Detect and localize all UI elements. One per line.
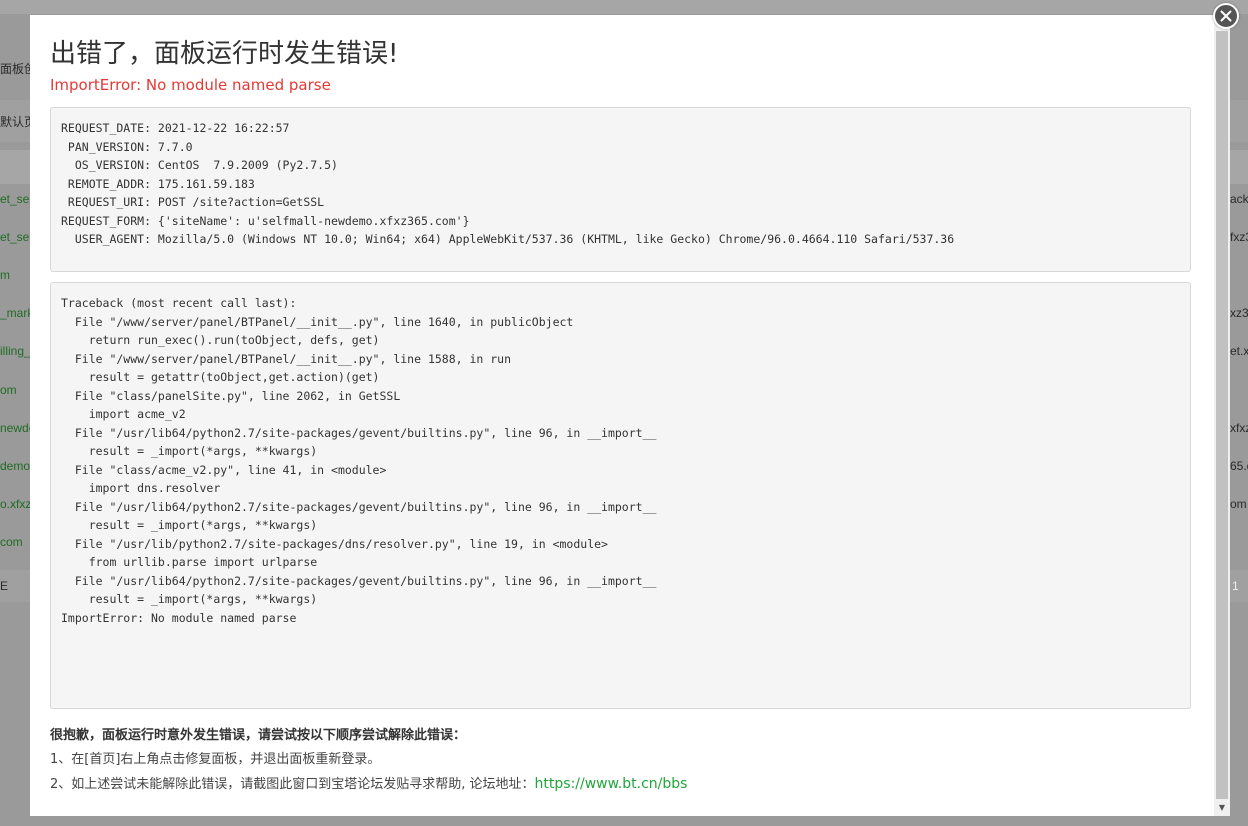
traceback-line: import dns.resolver	[61, 481, 221, 495]
dialog-title: 出错了，面板运行时发生错误!	[50, 39, 399, 69]
dialog-scrollbar[interactable]: ▲ ▼	[1214, 15, 1230, 816]
bg-fragment: et.x	[1230, 344, 1248, 358]
request-line: PAN_VERSION: 7.7.0	[61, 139, 193, 154]
help-title: 很抱歉，面板运行时意外发生错误，请尝试按以下顺序尝试解除此错误：	[50, 728, 467, 743]
traceback-line: result = _import(*args, **kwargs)	[61, 592, 318, 606]
bg-fragment: demo.	[0, 459, 34, 473]
bg-fragment: om	[1230, 497, 1247, 511]
help-section: 很抱歉，面板运行时意外发生错误，请尝试按以下顺序尝试解除此错误： 1、在[首页]…	[50, 727, 1150, 799]
traceback-line: result = _import(*args, **kwargs)	[61, 444, 318, 458]
scroll-thumb[interactable]	[1216, 31, 1228, 799]
traceback-line: import acme_v2	[61, 407, 186, 421]
request-line: OS_VERSION: CentOS 7.9.2009 (Py2.7.5)	[61, 158, 338, 172]
error-message: ImportError: No module named parse	[50, 76, 331, 94]
traceback-line: Traceback (most recent call last):	[61, 296, 297, 310]
bg-fragment: m	[0, 268, 10, 282]
help-step-2: 2、如上述尝试未能解除此错误，请截图此窗口到宝塔论坛发贴寻求帮助, 论坛地址：h…	[50, 775, 1150, 799]
request-info-box: REQUEST_DATE: 2021-12-22 16:22:57 PAN_VE…	[50, 107, 1191, 272]
help-step-1: 1、在[首页]右上角点击修复面板，并退出面板重新登录。	[50, 752, 381, 767]
traceback-line: File "/usr/lib/python2.7/site-packages/d…	[61, 536, 608, 551]
request-line: USER_AGENT: Mozilla/5.0 (Windows NT 10.0…	[61, 232, 955, 246]
background-header	[0, 0, 1248, 14]
help-step-2-text: 2、如上述尝试未能解除此错误，请截图此窗口到宝塔论坛发贴寻求帮助, 论坛地址：	[50, 777, 535, 792]
error-dialog: 出错了，面板运行时发生错误! ImportError: No module na…	[30, 15, 1214, 816]
bg-fragment: illing_	[0, 344, 31, 358]
bg-fragment: fxz3	[1230, 230, 1248, 244]
traceback-line: result = _import(*args, **kwargs)	[61, 518, 318, 532]
forum-link[interactable]: https://www.bt.cn/bbs	[535, 776, 688, 792]
traceback-line: result = getattr(toObject,get.action)(ge…	[61, 370, 380, 384]
bg-fragment: _mark	[0, 306, 34, 320]
request-line: REQUEST_FORM: {'siteName': u'selfmall-ne…	[61, 213, 470, 228]
bg-fragment: xz36	[1230, 306, 1248, 320]
bg-fragment: om	[0, 383, 17, 397]
traceback-line: return run_exec().run(toObject, defs, ge…	[61, 333, 380, 347]
bg-fragment: o.xfxz	[0, 497, 32, 511]
close-icon	[1220, 10, 1232, 22]
bg-fragment: E	[0, 579, 9, 593]
traceback-line: File "/usr/lib64/python2.7/site-packages…	[61, 425, 657, 440]
bg-fragment: xfxz3	[1230, 421, 1248, 435]
scroll-down-arrow[interactable]: ▼	[1214, 801, 1230, 815]
traceback-line: ImportError: No module named parse	[61, 610, 297, 625]
traceback-line: File "/www/server/panel/BTPanel/__init__…	[61, 351, 512, 366]
close-button[interactable]	[1213, 3, 1239, 29]
traceback-line: File "class/panelSite.py", line 2062, in…	[61, 388, 401, 403]
traceback-box: Traceback (most recent call last): File …	[50, 282, 1191, 709]
request-line: REQUEST_DATE: 2021-12-22 16:22:57	[61, 121, 290, 135]
bg-fragment: ack	[1230, 192, 1248, 206]
bg-fragment: com	[0, 535, 23, 549]
request-line: REQUEST_URI: POST /site?action=GetSSL	[61, 195, 325, 209]
traceback-line: from urllib.parse import urlparse	[61, 555, 318, 569]
bg-fragment: 1	[1232, 579, 1239, 593]
traceback-line: File "/usr/lib64/python2.7/site-packages…	[61, 499, 657, 514]
traceback-line: File "/www/server/panel/BTPanel/__init__…	[61, 314, 574, 329]
bg-fragment: 65.c	[1230, 459, 1248, 473]
traceback-line: File "class/acme_v2.py", line 41, in <mo…	[61, 462, 387, 477]
request-line: REMOTE_ADDR: 175.161.59.183	[61, 176, 255, 191]
traceback-line: File "/usr/lib64/python2.7/site-packages…	[61, 573, 657, 588]
